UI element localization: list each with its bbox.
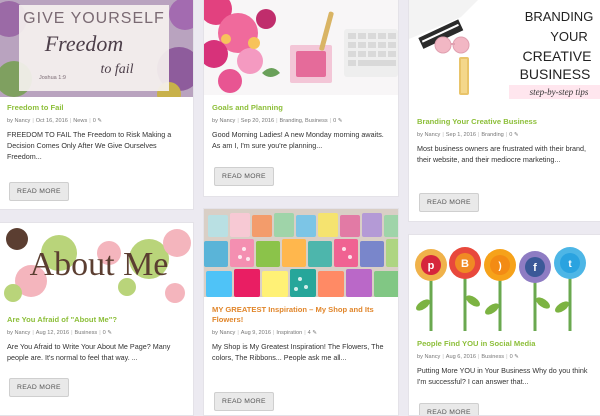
svg-text:p: p — [428, 260, 435, 272]
comment-icon: ✎ — [512, 132, 519, 138]
post-card: Goals and Planning by Nancy | Sep 20, 2016… — [203, 0, 399, 197]
post-title[interactable]: Goals and Planning — [212, 103, 390, 113]
post-card: GIVE YOURSELF Freedom to fail Joshua 1:9… — [0, 0, 194, 210]
read-more-button[interactable]: READ MORE — [9, 182, 69, 201]
svg-text:YOUR: YOUR — [550, 29, 588, 44]
post-meta: by Nancy | Aug 9, 2016 | Inspiration | 4 ✎ — [212, 330, 318, 336]
post-meta: by Nancy | Aug 12, 2016 | Business | 0 ✎ — [7, 330, 113, 336]
post-excerpt: FREEDOM TO FAIL The Freedom to Risk Maki… — [7, 130, 172, 161]
svg-text:CREATIVE: CREATIVE — [523, 48, 592, 64]
post-date: Sep 20, 2016 — [240, 118, 275, 124]
post-excerpt: Putting More YOU in Your Business Why do… — [417, 366, 588, 386]
post-date: Sep 1, 2016 — [445, 132, 476, 138]
post-thumbnail[interactable]: About Me — [0, 223, 193, 309]
comment-icon: ✎ — [105, 330, 113, 336]
post-category[interactable]: Branding, Business — [280, 118, 328, 124]
branding-business-image: BRANDING YOUR CREATIVE BUSINESS step-by-… — [409, 0, 600, 109]
read-more-button[interactable]: READ MORE — [9, 378, 69, 397]
svg-text:GIVE YOURSELF: GIVE YOURSELF — [23, 10, 165, 27]
post-category[interactable]: News — [73, 118, 87, 124]
post-author[interactable]: Nancy — [424, 132, 440, 138]
post-author[interactable]: Nancy — [219, 330, 235, 336]
post-title[interactable]: Branding Your Creative Business — [417, 117, 595, 127]
post-author[interactable]: Nancy — [424, 354, 440, 360]
read-more-button[interactable]: READ MORE — [419, 403, 479, 415]
post-author[interactable]: Nancy — [14, 330, 30, 336]
comment-icon: ✎ — [95, 118, 103, 124]
post-meta: by Nancy | Sep 20, 2016 | Branding, Business… — [212, 118, 343, 124]
svg-text:step-by-step tips: step-by-step tips — [530, 87, 589, 97]
svg-text:to fail: to fail — [100, 62, 133, 77]
comment-icon: ✎ — [336, 118, 343, 124]
post-card: BRANDING YOUR CREATIVE BUSINESS step-by-… — [408, 0, 600, 222]
post-meta: by Nancy | Aug 6, 2016 | Business | 0 ✎ — [417, 354, 519, 360]
post-card: p B ) f t People Find YOU in Social Medi… — [408, 234, 600, 416]
svg-text:): ) — [498, 261, 501, 272]
comment-icon: ✎ — [310, 330, 318, 336]
post-thumbnail[interactable] — [204, 209, 398, 297]
post-title[interactable]: People Find YOU in Social Media — [417, 339, 595, 349]
rss-icon: ) — [484, 249, 516, 281]
post-thumbnail[interactable]: GIVE YOURSELF Freedom to fail Joshua 1:9 — [0, 0, 193, 97]
post-excerpt: Most business owners are frustrated with… — [417, 144, 586, 164]
post-thumbnail[interactable] — [204, 0, 398, 95]
post-title[interactable]: Are You Afraid of "About Me"? — [7, 315, 185, 325]
post-category[interactable]: Inspiration — [276, 330, 302, 336]
social-media-flowers-image: p B ) f t — [415, 247, 586, 331]
post-author[interactable]: Nancy — [14, 118, 30, 124]
post-date: Aug 12, 2016 — [35, 330, 70, 336]
facebook-icon: f — [519, 251, 551, 283]
svg-text:Joshua 1:9: Joshua 1:9 — [39, 75, 66, 81]
goals-planning-image — [204, 0, 398, 95]
post-meta: by Nancy | Oct 16, 2016 | News | 0 ✎ — [7, 118, 103, 124]
twitter-icon: t — [554, 247, 586, 279]
post-author[interactable]: Nancy — [219, 118, 235, 124]
comment-icon: ✎ — [512, 354, 519, 360]
post-category[interactable]: Business — [75, 330, 98, 336]
svg-text:BRANDING: BRANDING — [525, 9, 594, 24]
post-date: Aug 6, 2016 — [445, 354, 476, 360]
svg-text:About Me: About Me — [30, 246, 169, 283]
svg-text:BUSINESS: BUSINESS — [520, 66, 591, 82]
blogger-icon: B — [449, 247, 481, 279]
pinterest-icon: p — [415, 249, 447, 281]
read-more-button[interactable]: READ MORE — [419, 193, 479, 212]
read-more-button[interactable]: READ MORE — [214, 392, 274, 411]
post-date: Oct 16, 2016 — [35, 118, 68, 124]
svg-text:B: B — [461, 258, 469, 270]
post-category[interactable]: Business — [481, 354, 504, 360]
read-more-button[interactable]: READ MORE — [214, 167, 274, 186]
post-card: MY GREATEST Inspiration – My Shop and It… — [203, 208, 399, 416]
post-thumbnail[interactable]: p B ) f t — [409, 235, 600, 333]
post-title[interactable]: Freedom to Fail — [7, 103, 185, 113]
post-category[interactable]: Branding — [481, 132, 503, 138]
post-excerpt: My Shop is My Greatest Inspiration! The … — [212, 342, 384, 362]
freedom-to-fail-image: GIVE YOURSELF Freedom to fail Joshua 1:9 — [0, 0, 193, 97]
post-title[interactable]: MY GREATEST Inspiration – My Shop and It… — [212, 305, 390, 325]
ribbon-shop-image — [204, 209, 398, 297]
post-card: About Me Are You Afraid of "About Me"? b… — [0, 222, 194, 416]
post-excerpt: Are You Afraid to Write Your About Me Pa… — [7, 342, 171, 362]
post-excerpt: Good Morning Ladies! A new Monday mornin… — [212, 130, 384, 150]
post-thumbnail[interactable]: BRANDING YOUR CREATIVE BUSINESS step-by-… — [409, 0, 600, 109]
about-me-image: About Me — [4, 228, 191, 303]
svg-text:f: f — [533, 262, 537, 274]
post-date: Aug 9, 2016 — [240, 330, 271, 336]
post-meta: by Nancy | Sep 1, 2016 | Branding | 0 ✎ — [417, 132, 519, 138]
svg-text:Freedom: Freedom — [44, 31, 124, 56]
